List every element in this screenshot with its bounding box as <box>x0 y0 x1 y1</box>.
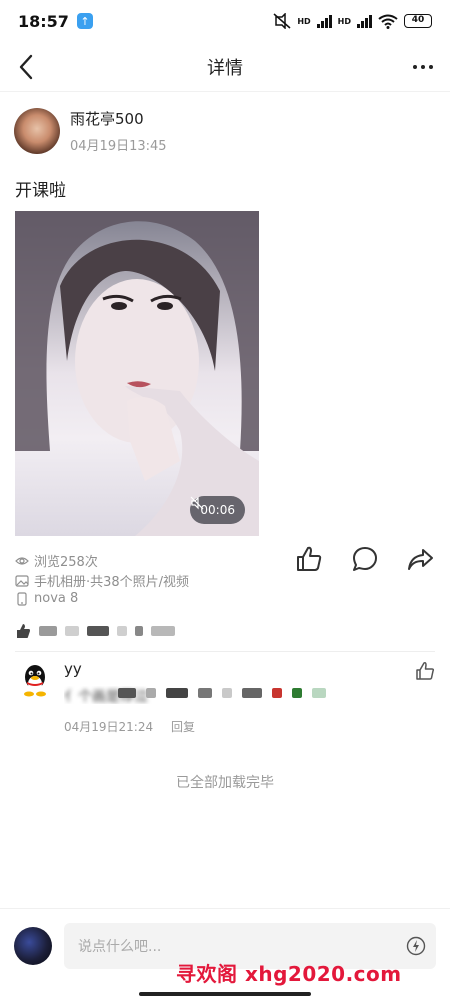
views-row: 浏览258次 <box>15 551 98 570</box>
upload-arrow-icon: ↑ <box>76 13 93 29</box>
all-loaded-text: 已全部加载完毕 <box>176 775 274 791</box>
more-options-icon[interactable] <box>410 54 436 80</box>
post-text: 开课啦 <box>15 181 66 201</box>
source-row: 手机相册·共38个照片/视频 <box>15 571 189 590</box>
signal-icon-2 <box>357 14 372 28</box>
liked-by-names <box>39 626 57 636</box>
phone-icon <box>17 591 27 606</box>
comment-time: 04月19日21:24 <box>64 720 154 734</box>
comment-reply-button[interactable]: 回复 <box>171 718 195 735</box>
author-info: 雨花亭500 04月19日13:45 <box>70 108 167 154</box>
nav-bar: 详情 <box>0 42 450 92</box>
post-actions <box>294 544 436 574</box>
author-avatar[interactable] <box>14 108 60 154</box>
video-thumbnail <box>15 211 259 536</box>
device-name: nova 8 <box>34 591 79 606</box>
post-timestamp: 04月19日13:45 <box>70 139 167 154</box>
video-duration: 00:06 <box>200 503 235 517</box>
divider <box>15 651 435 652</box>
source-text[interactable]: 手机相册·共38个照片/视频 <box>34 571 189 590</box>
comment-icon[interactable] <box>350 544 380 574</box>
my-avatar[interactable] <box>14 927 52 965</box>
views-count: 浏览258次 <box>34 555 98 570</box>
post-video[interactable]: 00:06 <box>15 211 259 536</box>
status-bar: 18:57 ↑ HD HD 40 <box>0 0 450 42</box>
status-time: 18:57 <box>18 11 69 31</box>
comment-input-placeholder: 说点什么吧... <box>78 939 162 955</box>
device-row: nova 8 <box>15 591 78 606</box>
wifi-icon <box>378 14 398 29</box>
like-icon[interactable] <box>294 544 324 574</box>
comment-input-bar: 说点什么吧... 寻欢阁 xhg2020.com <box>0 908 450 1000</box>
hd-label-1: HD <box>297 16 311 26</box>
liked-thumb-icon <box>17 624 30 638</box>
watermark-text: 寻欢阁 xhg2020.com <box>176 962 402 986</box>
page-title: 详情 <box>207 57 243 79</box>
signal-icon-1 <box>316 14 332 28</box>
eye-icon <box>15 556 29 565</box>
comment-like-icon[interactable] <box>414 660 436 682</box>
quick-reply-icon[interactable] <box>406 936 426 956</box>
mute-icon[interactable] <box>190 496 204 510</box>
post-author: 雨花亭500 04月19日13:45 <box>14 108 167 154</box>
mute-vibrate-icon <box>273 13 291 29</box>
photo-icon <box>15 574 29 587</box>
share-icon[interactable] <box>406 544 436 574</box>
hd-label-2: HD <box>337 16 351 26</box>
qq-penguin-avatar[interactable] <box>17 662 53 698</box>
author-name[interactable]: 雨花亭500 <box>70 108 167 129</box>
comment-redacted-content <box>118 688 326 698</box>
home-indicator[interactable] <box>139 992 311 996</box>
comment-author-name[interactable]: yy <box>64 660 82 678</box>
battery-icon: 40 <box>404 14 432 28</box>
likes-row <box>15 620 175 642</box>
back-arrow-icon[interactable] <box>12 52 42 82</box>
video-duration-badge: 00:06 <box>190 496 245 524</box>
status-indicators: HD HD 40 <box>273 13 432 29</box>
